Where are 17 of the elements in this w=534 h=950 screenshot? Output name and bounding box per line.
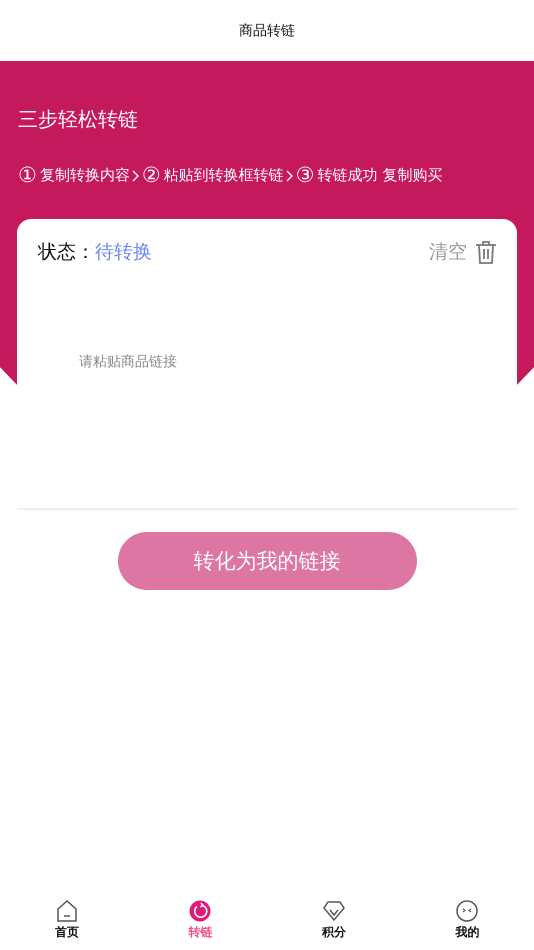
step-number: ③ bbox=[296, 165, 314, 186]
step-number: ② bbox=[142, 165, 161, 186]
nav-tab[interactable]: 首页 bbox=[0, 900, 134, 941]
step-label: 转链成功 复制购买 bbox=[317, 166, 442, 185]
chevron-icon bbox=[132, 168, 140, 182]
nav-tab[interactable]: 我的 bbox=[400, 900, 534, 941]
banner-title: 三步轻松转链 bbox=[18, 106, 139, 133]
nav-tab[interactable]: 积分 bbox=[267, 900, 400, 941]
status-label: 状态： bbox=[38, 240, 95, 265]
status-value: 待转换 bbox=[95, 240, 152, 265]
step-label: 粘贴到转换框转链 bbox=[164, 166, 284, 185]
trash-icon bbox=[475, 240, 497, 264]
step-label: 复制转换内容 bbox=[40, 166, 130, 185]
window-title: 商品转链 bbox=[239, 22, 295, 40]
step-number: ① bbox=[18, 165, 37, 186]
chevron-icon bbox=[286, 168, 294, 182]
link-input-field[interactable]: 请粘贴商品链接 bbox=[17, 265, 517, 510]
